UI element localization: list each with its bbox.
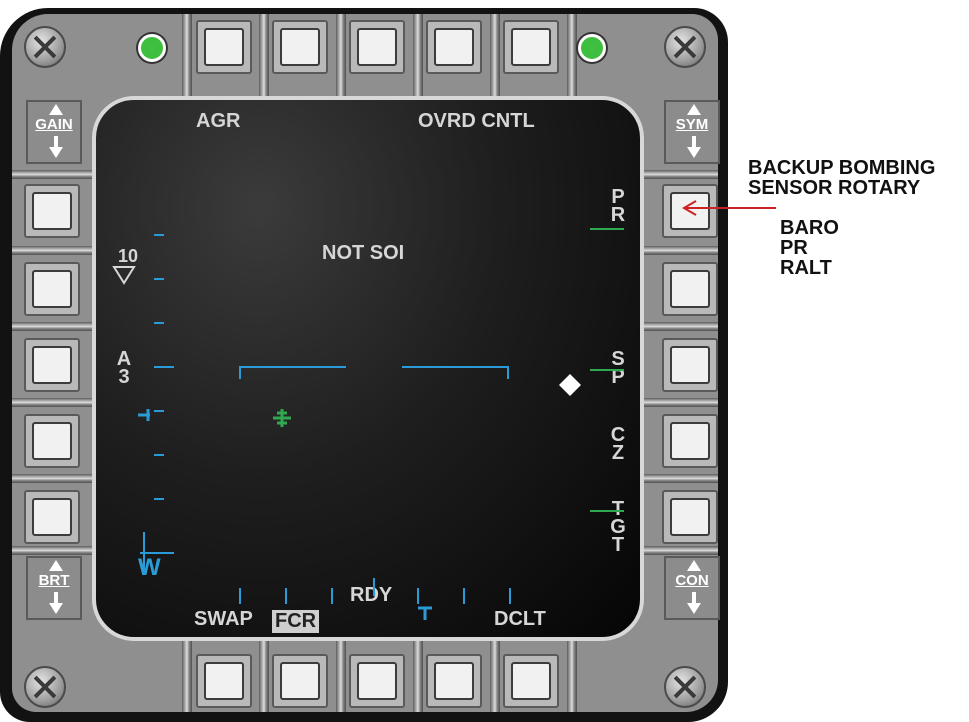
- con-label: CON: [675, 572, 709, 589]
- ridge: [259, 630, 269, 712]
- callout-option-ralt: RALT: [780, 257, 832, 279]
- osb-4-button[interactable]: [426, 20, 482, 74]
- ridge: [413, 630, 423, 712]
- ownship-cursor-icon: [273, 409, 291, 427]
- arrow-up-icon: [49, 560, 63, 571]
- osb-18-button[interactable]: [24, 338, 80, 392]
- con-rocker[interactable]: CON: [664, 556, 720, 620]
- osb-7-button[interactable]: [662, 262, 718, 316]
- osb-14-button[interactable]: [272, 654, 328, 708]
- led-indicator-left: [138, 34, 166, 62]
- osb-3-button[interactable]: [349, 20, 405, 74]
- led-indicator-right: [578, 34, 606, 62]
- radar-symbology: [112, 228, 624, 620]
- azimuth-bracket-right: [402, 366, 509, 379]
- screw-icon: [664, 666, 706, 708]
- osb-10-button[interactable]: [662, 490, 718, 544]
- gain-label: GAIN: [35, 116, 73, 133]
- callout-option-pr: PR: [780, 237, 808, 259]
- osb-15-button[interactable]: [196, 654, 252, 708]
- sym-rocker[interactable]: SYM: [664, 100, 720, 164]
- ridge: [567, 630, 577, 712]
- ridge: [182, 630, 192, 712]
- callout-option-baro: BARO: [780, 217, 839, 239]
- osb-2-button[interactable]: [272, 20, 328, 74]
- azimuth-bracket-left: [239, 366, 346, 379]
- osb-16-button[interactable]: [24, 490, 80, 544]
- ridge: [336, 630, 346, 712]
- osb-11-button[interactable]: [503, 654, 559, 708]
- osb-19-button[interactable]: [24, 262, 80, 316]
- brt-rocker[interactable]: BRT: [26, 556, 82, 620]
- callout-title-line1: BACKUP BOMBING: [748, 157, 936, 179]
- arrow-up-icon: [49, 104, 63, 115]
- range-down-triangle-icon: [112, 266, 136, 285]
- arrow-down-icon: [49, 592, 63, 614]
- arrow-up-icon: [687, 104, 701, 115]
- osb-9-button[interactable]: [662, 414, 718, 468]
- callout-title-line2: SENSOR ROTARY: [748, 177, 921, 199]
- mfd-display: AGR OVRD CNTL NOT SOI 10 A 3 PR SP CZ TG…: [92, 96, 644, 641]
- gain-rocker[interactable]: GAIN: [26, 100, 82, 164]
- osb-5-button[interactable]: [503, 20, 559, 74]
- sym-label: SYM: [675, 116, 709, 133]
- screw-icon: [24, 666, 66, 708]
- arrow-down-icon: [49, 136, 63, 158]
- brt-label: BRT: [38, 572, 70, 589]
- target-diamond-icon: [559, 374, 581, 396]
- osb-8-button[interactable]: [662, 338, 718, 392]
- arrow-down-icon: [687, 136, 701, 158]
- osb-13-button[interactable]: [349, 654, 405, 708]
- arrow-down-icon: [687, 592, 701, 614]
- arrow-up-icon: [687, 560, 701, 571]
- screw-icon: [664, 26, 706, 68]
- osb-20-button[interactable]: [24, 184, 80, 238]
- osb-1-button[interactable]: [196, 20, 252, 74]
- screw-icon: [24, 26, 66, 68]
- osb-17-button[interactable]: [24, 414, 80, 468]
- osb-12-button[interactable]: [426, 654, 482, 708]
- ridge: [490, 630, 500, 712]
- callout-arrow-icon: [682, 200, 776, 216]
